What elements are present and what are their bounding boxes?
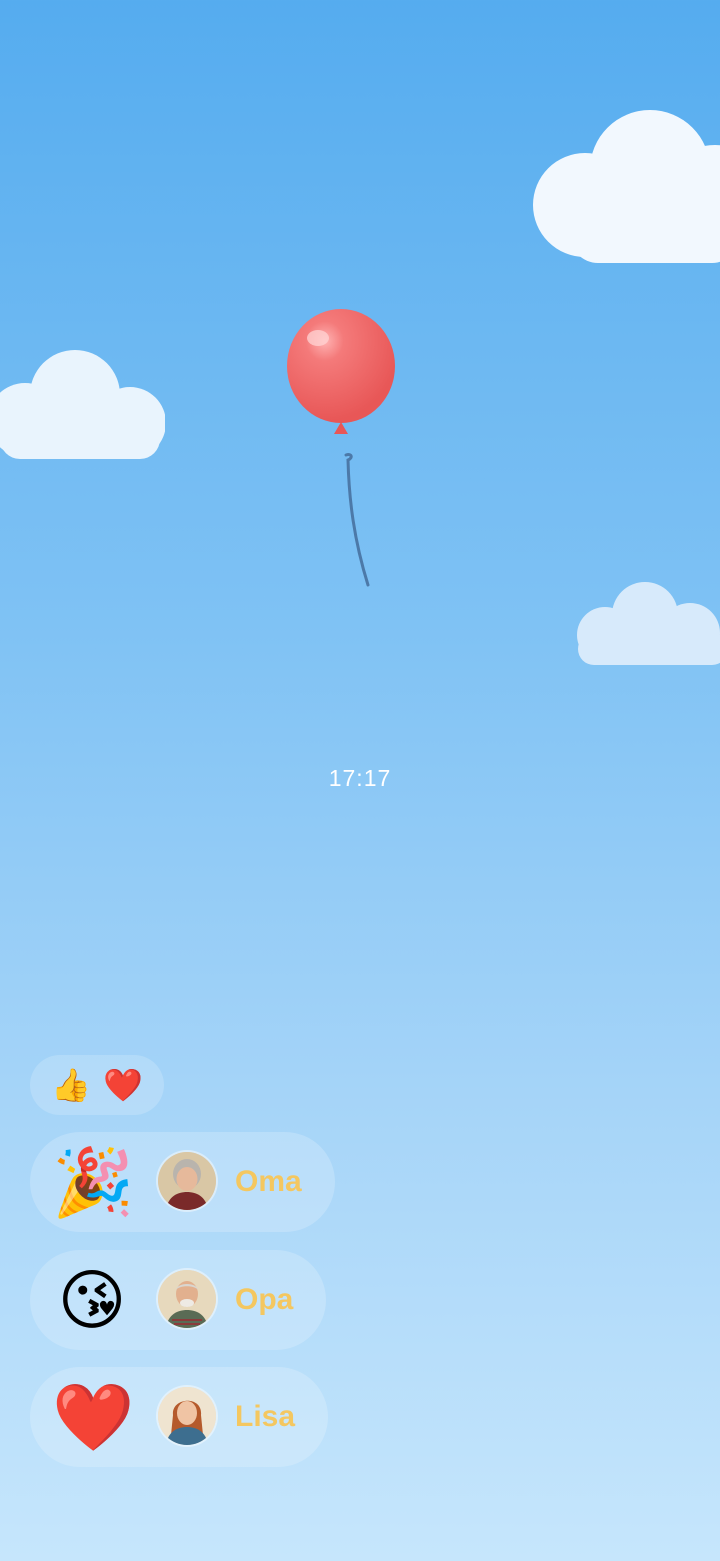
reaction-row-opa[interactable]: 😘 Opa (30, 1250, 326, 1350)
thumbs-up-icon: 👍 (51, 1067, 91, 1103)
reactions-summary[interactable]: 👍 ❤️ (30, 1055, 164, 1115)
contact-name: Oma (235, 1165, 302, 1198)
contact-name: Opa (235, 1283, 294, 1316)
reaction-row-lisa[interactable]: ❤️ Lisa (30, 1367, 328, 1467)
contact-name: Lisa (235, 1400, 296, 1433)
avatar (158, 1270, 216, 1328)
avatar (158, 1152, 216, 1210)
party-popper-icon: 🎉 (52, 1145, 135, 1219)
cloud (0, 350, 165, 459)
red-heart-icon: ❤️ (52, 1380, 135, 1454)
clock-time: 17:17 (328, 765, 392, 791)
heart-icon: ❤️ (103, 1067, 143, 1103)
avatar (158, 1387, 216, 1445)
cloud (533, 110, 720, 263)
balloon[interactable] (280, 300, 410, 600)
reaction-row-oma[interactable]: 🎉 Oma (30, 1132, 335, 1232)
cloud (577, 582, 720, 665)
kiss-face-icon: 😘 (57, 1263, 127, 1337)
